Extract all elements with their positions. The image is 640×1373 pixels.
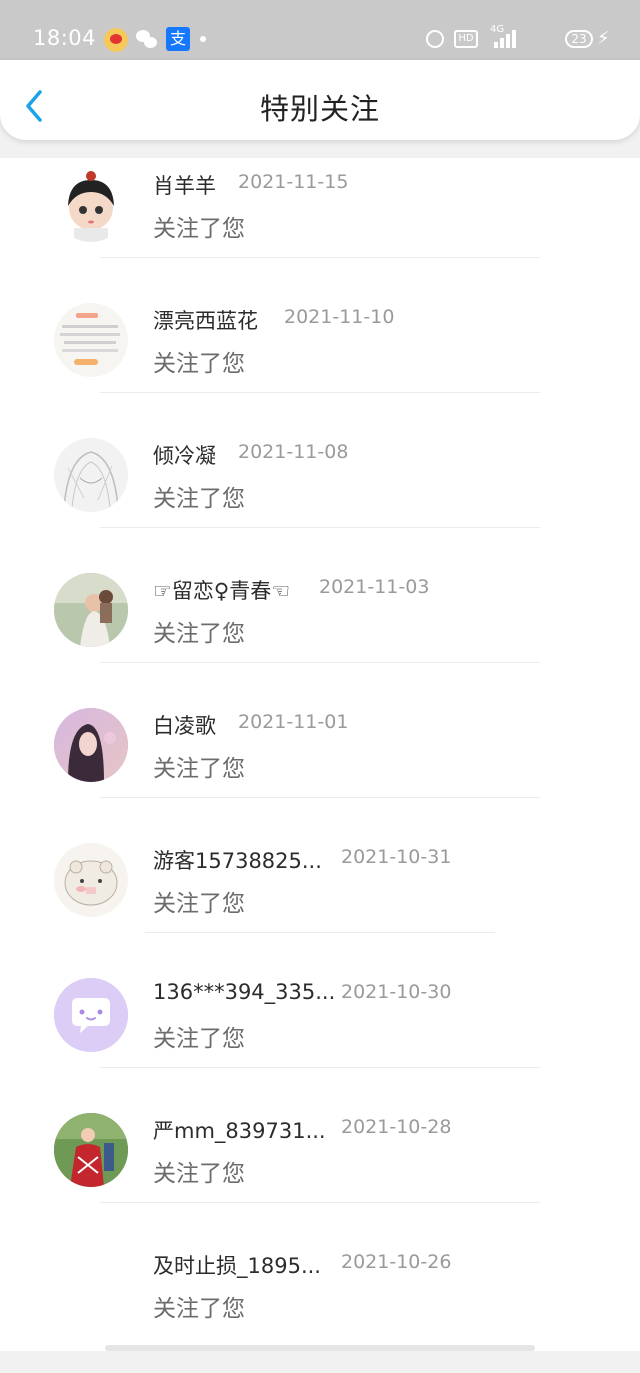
follow-date: 2021-10-31 xyxy=(341,846,452,868)
avatar xyxy=(54,708,128,782)
divider xyxy=(100,1202,540,1203)
battery-icon: 23 xyxy=(565,30,593,48)
user-name: 136***394_335... xyxy=(153,980,336,1004)
alipay-icon: 支 xyxy=(166,27,190,51)
follow-message: 关注了您 xyxy=(153,1026,245,1052)
avatar xyxy=(54,303,128,377)
hd-icon: HD xyxy=(454,30,478,48)
follow-date: 2021-10-26 xyxy=(341,1251,452,1273)
divider xyxy=(100,662,540,663)
follow-message: 关注了您 xyxy=(153,621,245,647)
follow-date: 2021-10-30 xyxy=(341,981,452,1003)
user-name: 倾冷凝 xyxy=(153,444,216,468)
user-name: 肖羊羊 xyxy=(153,174,216,198)
user-name: 及时止损_1895... xyxy=(153,1254,321,1278)
network-type-label: 4G xyxy=(490,24,505,35)
list-item[interactable]: 漂亮西蓝花 2021-11-10 关注了您 xyxy=(0,293,640,428)
avatar xyxy=(54,438,128,512)
page-title: 特别关注 xyxy=(259,92,380,126)
list-item[interactable]: 严mm_839731... 2021-10-28 关注了您 xyxy=(0,1103,640,1238)
avatar xyxy=(54,843,128,917)
divider xyxy=(100,527,540,528)
list-item[interactable]: ☞留恋♀青春☜ 2021-11-03 关注了您 xyxy=(0,563,640,698)
follow-date: 2021-11-15 xyxy=(238,171,349,193)
follow-date: 2021-11-08 xyxy=(238,441,349,463)
follow-date: 2021-11-03 xyxy=(319,576,430,598)
follow-message: 关注了您 xyxy=(153,216,245,242)
list-item[interactable]: 倾冷凝 2021-11-08 关注了您 xyxy=(0,428,640,563)
follower-list: 肖羊羊 2021-11-15 关注了您 漂亮西蓝花 2021-11-10 关注了… xyxy=(0,158,640,1351)
divider xyxy=(100,392,540,393)
divider xyxy=(145,932,495,933)
user-name: 游客15738825... xyxy=(153,849,322,873)
charging-icon: ⚡ xyxy=(597,28,610,49)
user-name: 漂亮西蓝花 xyxy=(153,309,258,333)
status-bar: 18:04 支 HD 4G 23 ⚡ xyxy=(0,0,640,60)
weibo-icon xyxy=(104,28,128,52)
divider xyxy=(100,1067,540,1068)
user-name: 严mm_839731... xyxy=(153,1119,326,1143)
follow-message: 关注了您 xyxy=(153,891,245,917)
chat-bubble-icon xyxy=(54,978,128,1052)
avatar xyxy=(54,978,128,1052)
divider xyxy=(100,257,540,258)
scroll-indicator xyxy=(105,1345,535,1351)
follow-date: 2021-10-28 xyxy=(341,1116,452,1138)
user-name: 白凌歌 xyxy=(153,714,216,738)
follow-date: 2021-11-01 xyxy=(238,711,349,733)
list-item[interactable]: 肖羊羊 2021-11-15 关注了您 xyxy=(0,158,640,293)
notification-dot-icon xyxy=(200,36,206,42)
follow-message: 关注了您 xyxy=(153,486,245,512)
follow-message: 关注了您 xyxy=(153,756,245,782)
alarm-icon xyxy=(426,30,444,48)
wechat-icon xyxy=(136,30,158,50)
avatar xyxy=(54,168,128,242)
user-name: ☞留恋♀青春☜ xyxy=(153,579,291,603)
status-time: 18:04 xyxy=(33,26,97,50)
header: 特别关注 xyxy=(0,60,640,140)
list-item[interactable]: 及时止损_1895... 2021-10-26 关注了您 xyxy=(0,1238,640,1373)
follow-message: 关注了您 xyxy=(153,1296,245,1322)
list-item[interactable]: 游客15738825... 2021-10-31 关注了您 xyxy=(0,833,640,968)
follow-message: 关注了您 xyxy=(153,1161,245,1187)
avatar xyxy=(54,573,128,647)
follow-date: 2021-11-10 xyxy=(284,306,395,328)
avatar xyxy=(54,1113,128,1187)
avatar xyxy=(54,1248,128,1322)
list-item[interactable]: 白凌歌 2021-11-01 关注了您 xyxy=(0,698,640,833)
divider xyxy=(100,797,540,798)
follow-message: 关注了您 xyxy=(153,351,245,377)
list-item[interactable]: 136***394_335... 2021-10-30 关注了您 xyxy=(0,968,640,1103)
